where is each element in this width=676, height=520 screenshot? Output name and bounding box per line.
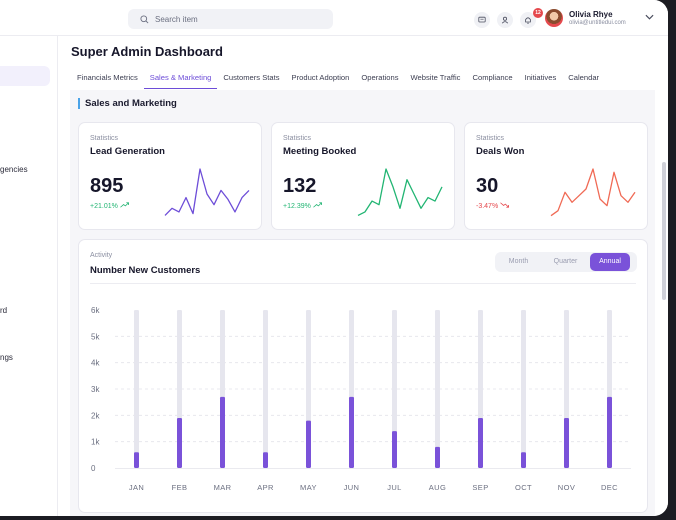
- trend-down-icon: [500, 202, 510, 208]
- stat-kicker: Statistics: [283, 135, 312, 142]
- user-name: Olivia Rhye: [569, 10, 613, 19]
- tab-customers-stats[interactable]: Customers Stats: [217, 65, 285, 89]
- stat-title: Meeting Booked: [283, 146, 357, 157]
- trend-up-icon: [312, 202, 322, 208]
- stat-delta: -3.47%: [476, 202, 510, 210]
- search-input[interactable]: Search item: [128, 9, 333, 29]
- section-title: Sales and Marketing: [78, 98, 177, 109]
- bar[interactable]: [263, 452, 268, 468]
- y-tick-label: 2k: [91, 411, 100, 420]
- sparkline-series: [550, 168, 636, 217]
- sparkline-series: [164, 168, 250, 216]
- stat-card: Statistics Meeting Booked 132 +12.39%: [271, 122, 455, 230]
- bar[interactable]: [220, 396, 225, 468]
- app-window: Search item 12 Olivia Rhye olivia@untitl…: [0, 0, 668, 516]
- sidebar-item-label[interactable]: rd: [0, 306, 7, 315]
- tab-product-adoption[interactable]: Product Adoption: [286, 65, 356, 89]
- x-tick-label: NOV: [558, 483, 575, 492]
- tab-calendar[interactable]: Calendar: [562, 65, 605, 89]
- y-tick-label: 5k: [91, 332, 100, 341]
- x-tick-label: JAN: [129, 483, 144, 492]
- user-email: olivia@untitledui.com: [569, 20, 626, 26]
- bar[interactable]: [177, 417, 182, 468]
- sidebar-item-label[interactable]: ngs: [0, 353, 13, 362]
- stat-value: 30: [476, 175, 499, 197]
- bar-track: [134, 310, 139, 468]
- tab-bar: Financials Metrics Sales & Marketing Custo…: [71, 65, 605, 89]
- y-tick-label: 4k: [91, 359, 100, 368]
- bar-track: [263, 310, 268, 468]
- avatar[interactable]: [545, 9, 563, 27]
- y-tick-label: 0: [91, 464, 96, 473]
- stat-title: Deals Won: [476, 146, 525, 157]
- x-tick-label: DEC: [601, 483, 618, 492]
- x-tick-label: AUG: [429, 483, 446, 492]
- sidebar: gencies rd ngs: [0, 36, 58, 516]
- message-icon[interactable]: [474, 12, 490, 28]
- stat-delta: +12.39%: [283, 202, 322, 210]
- main-content: Super Admin Dashboard Financials Metrics…: [59, 37, 668, 516]
- bar[interactable]: [306, 420, 311, 468]
- stat-kicker: Statistics: [90, 135, 119, 142]
- sparkline-series: [357, 168, 443, 216]
- stat-value: 895: [90, 175, 124, 197]
- stat-delta: +21.01%: [90, 202, 129, 210]
- stat-value: 132: [283, 175, 317, 197]
- x-tick-label: JUL: [387, 483, 402, 492]
- stat-card: Statistics Deals Won 30 -3.47%: [464, 122, 648, 230]
- bar[interactable]: [607, 396, 612, 468]
- top-bar: Search item 12 Olivia Rhye olivia@untitl…: [0, 0, 668, 36]
- x-tick-label: FEB: [172, 483, 188, 492]
- bar[interactable]: [521, 452, 526, 468]
- tab-website-traffic[interactable]: Website Traffic: [405, 65, 467, 89]
- bar[interactable]: [392, 431, 397, 468]
- y-tick-label: 3k: [91, 385, 100, 394]
- bar-track: [521, 310, 526, 468]
- activity-card: Activity Number New Customers Month Quart…: [78, 239, 648, 513]
- bar[interactable]: [134, 452, 139, 468]
- bar[interactable]: [349, 396, 354, 468]
- team-icon[interactable]: [497, 12, 513, 28]
- bar-track: [435, 310, 440, 468]
- x-tick-label: MAY: [300, 483, 317, 492]
- search-placeholder: Search item: [155, 14, 198, 24]
- tab-financials-metrics[interactable]: Financials Metrics: [71, 65, 144, 89]
- page-title: Super Admin Dashboard: [71, 44, 223, 59]
- chevron-down-icon[interactable]: [645, 14, 654, 20]
- dashboard-body: Sales and Marketing Statistics Lead Gener…: [70, 90, 655, 516]
- trend-up-icon: [119, 202, 129, 208]
- x-tick-label: SEP: [472, 483, 488, 492]
- x-tick-label: MAR: [214, 483, 232, 492]
- x-tick-label: APR: [257, 483, 274, 492]
- sparkline: [550, 168, 636, 217]
- sparkline: [164, 168, 250, 216]
- bar[interactable]: [478, 417, 483, 468]
- tab-operations[interactable]: Operations: [355, 65, 404, 89]
- bar[interactable]: [435, 446, 440, 468]
- stat-kicker: Statistics: [476, 135, 505, 142]
- tab-sales-marketing[interactable]: Sales & Marketing: [143, 65, 218, 89]
- stat-card: Statistics Lead Generation 895 +21.01%: [78, 122, 262, 230]
- stat-title: Lead Generation: [90, 146, 165, 157]
- sidebar-item-active[interactable]: [0, 66, 50, 86]
- bar[interactable]: [564, 417, 569, 468]
- tab-compliance[interactable]: Compliance: [466, 65, 518, 89]
- y-tick-label: 6k: [91, 306, 100, 315]
- sparkline: [357, 168, 443, 216]
- sidebar-item-label[interactable]: gencies: [0, 165, 28, 174]
- x-tick-label: JUN: [344, 483, 360, 492]
- scrollbar[interactable]: [662, 162, 666, 300]
- x-tick-label: OCT: [515, 483, 532, 492]
- y-tick-label: 1k: [91, 438, 100, 447]
- bar-chart: 0 1k 2k 3k 4k 5k 6k JAN FEB MAR APR MAY JUN JUL AUG SEP…: [91, 306, 631, 492]
- search-icon: [140, 14, 149, 23]
- notification-badge: 12: [533, 8, 543, 18]
- tab-initiatives[interactable]: Initiatives: [519, 65, 563, 89]
